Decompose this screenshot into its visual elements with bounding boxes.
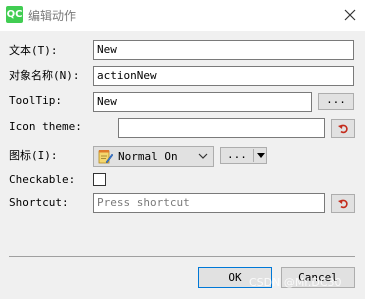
reset-arrow-icon (338, 124, 348, 134)
tooltip-more-button[interactable]: ... (318, 93, 354, 110)
title-bar: QC 编辑动作 (0, 0, 365, 31)
shortcut-input[interactable]: Press shortcut (93, 193, 325, 213)
chevron-down-icon (198, 153, 208, 159)
dialog-separator (9, 256, 355, 257)
shortcut-label: Shortcut: (9, 196, 69, 209)
watermark: CSDN @Mr.DC30 (249, 276, 342, 289)
text-label: 文本(T): (9, 44, 58, 57)
object-name-input[interactable]: actionNew (93, 66, 354, 86)
icon-more-label: ... (227, 148, 247, 161)
object-name-label: 对象名称(N): (9, 69, 80, 82)
dropdown-arrow-icon[interactable] (257, 153, 265, 158)
qt-creator-icon: QC (6, 6, 23, 23)
checkable-checkbox[interactable] (93, 173, 106, 186)
shortcut-reset-button[interactable] (331, 194, 355, 213)
tooltip-input[interactable]: New (93, 92, 312, 112)
icon-mode-value: Normal On (118, 150, 178, 163)
icon-label: 图标(I): (9, 149, 58, 162)
icon-theme-reset-button[interactable] (331, 119, 355, 138)
icon-theme-input[interactable] (118, 118, 325, 138)
icon-mode-combobox[interactable]: Normal On (93, 146, 214, 167)
tooltip-label: ToolTip: (9, 94, 62, 107)
close-button[interactable] (335, 0, 365, 30)
window-title: 编辑动作 (28, 9, 77, 23)
checkable-label: Checkable: (9, 173, 76, 186)
icon-more-button[interactable]: ... (220, 147, 267, 164)
text-input[interactable]: New (93, 40, 354, 60)
close-icon (344, 9, 356, 21)
reset-arrow-icon (338, 199, 348, 209)
menu-button-separator (253, 149, 254, 162)
icon-theme-label: Icon theme: (9, 120, 82, 133)
note-pencil-icon (98, 150, 113, 164)
